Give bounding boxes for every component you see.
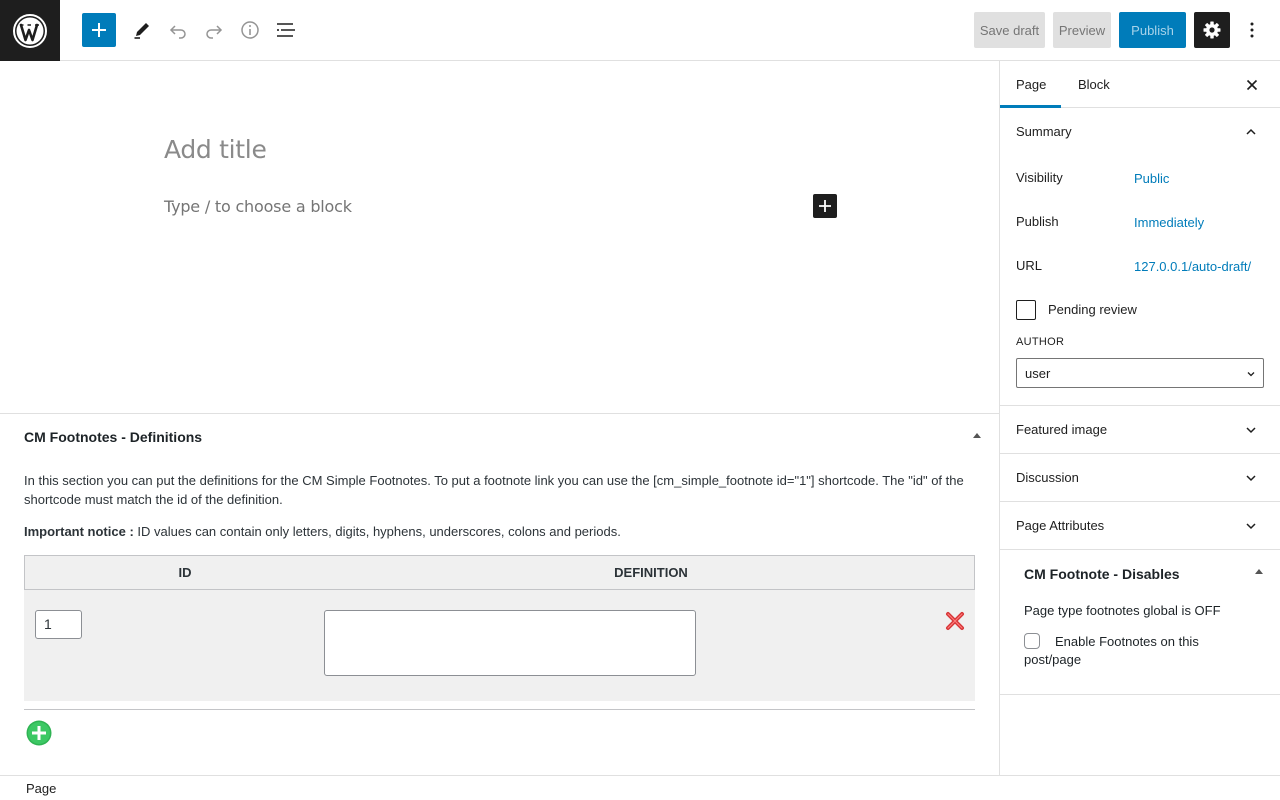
undo-button[interactable] [160, 12, 196, 48]
table-divider [24, 709, 975, 710]
panel-title-featured-image[interactable]: Featured image [1016, 422, 1107, 437]
chevron-down-icon[interactable] [1244, 519, 1258, 533]
plus-icon [92, 23, 106, 37]
collapse-toggle-icon[interactable] [1255, 569, 1263, 574]
add-circle-icon [26, 720, 52, 746]
footnotes-table: ID DEFINITION 1 [24, 555, 975, 701]
pencil-icon [134, 23, 149, 39]
default-block-appender[interactable]: Type / to choose a block [164, 197, 352, 216]
add-footnote-row-button[interactable] [26, 720, 52, 746]
wordpress-logo-icon[interactable] [0, 0, 60, 61]
summary-panel: Summary Visibility Public Publish Immedi… [1000, 108, 1280, 406]
post-title-input[interactable]: Add title [164, 135, 267, 164]
details-button[interactable] [232, 12, 268, 48]
tab-block[interactable]: Block [1078, 61, 1110, 108]
save-draft-button[interactable]: Save draft [974, 12, 1045, 48]
cm-footnote-disables-title[interactable]: CM Footnote - Disables [1024, 566, 1180, 582]
footnote-definition-textarea[interactable] [324, 610, 696, 676]
table-row: 1 [24, 590, 975, 701]
publish-label: Publish [1016, 214, 1059, 229]
editor-toolbar: Save draft Preview Publish [0, 0, 1280, 61]
delete-row-button[interactable] [944, 610, 966, 632]
editor-canvas: Add title Type / to choose a block [0, 61, 999, 413]
notice-text: ID values can contain only letters, digi… [133, 524, 621, 539]
author-select[interactable]: user [1016, 358, 1264, 388]
chevron-down-icon[interactable] [1244, 471, 1258, 485]
publish-button[interactable]: Publish [1119, 12, 1186, 48]
info-icon [241, 21, 259, 39]
discussion-panel[interactable]: Discussion [1000, 454, 1280, 502]
plus-icon [819, 200, 831, 212]
cm-footnotes-definitions-metabox: CM Footnotes - Definitions In this secti… [0, 413, 999, 775]
pending-review-checkbox[interactable] [1016, 300, 1036, 320]
options-menu-button[interactable] [1238, 12, 1266, 48]
pending-review-label: Pending review [1048, 302, 1137, 317]
author-selected-value: user [1025, 366, 1051, 381]
settings-button[interactable] [1194, 12, 1230, 48]
panel-title-summary[interactable]: Summary [1016, 124, 1072, 139]
page-attributes-panel[interactable]: Page Attributes [1000, 502, 1280, 550]
author-label: AUTHOR [1016, 336, 1065, 348]
collapse-toggle-icon[interactable] [973, 433, 981, 438]
tab-page[interactable]: Page [1016, 61, 1046, 108]
chevron-down-icon [1247, 372, 1255, 377]
chevron-up-icon[interactable] [1244, 125, 1258, 139]
gear-icon [1203, 21, 1221, 39]
redo-button[interactable] [196, 12, 232, 48]
delete-x-icon [946, 612, 964, 630]
publish-date-button[interactable]: Immediately [1134, 215, 1204, 230]
column-header-definition: DEFINITION [614, 565, 688, 580]
footnote-id-input[interactable]: 1 [35, 610, 82, 639]
enable-footnotes-checkbox[interactable] [1024, 633, 1040, 649]
important-notice: Important notice : ID values can contain… [24, 524, 621, 539]
panel-divider [1000, 694, 1280, 695]
settings-sidebar: Page Block Summary Visibility Public Pub… [999, 61, 1280, 775]
column-header-id: ID [178, 565, 192, 580]
list-view-button[interactable] [268, 12, 304, 48]
editor-footer: Page [0, 775, 1280, 800]
visibility-value-button[interactable]: Public [1134, 171, 1169, 186]
chevron-down-icon[interactable] [1244, 423, 1258, 437]
more-vertical-icon [1250, 22, 1254, 38]
visibility-label: Visibility [1016, 170, 1063, 185]
sidebar-tabs: Page Block [1000, 61, 1280, 108]
metabox-description: In this section you can put the definiti… [24, 473, 964, 507]
add-block-button[interactable] [813, 194, 837, 218]
footnotes-global-status: Page type footnotes global is OFF [1024, 603, 1221, 618]
close-icon [1246, 79, 1258, 91]
metabox-title[interactable]: CM Footnotes - Definitions [24, 429, 202, 445]
block-inserter-button[interactable] [82, 13, 116, 47]
preview-button[interactable]: Preview [1053, 12, 1111, 48]
enable-footnotes-label: Enable Footnotes on this post/page [1024, 634, 1199, 667]
notice-label: Important notice : [24, 524, 134, 539]
breadcrumb[interactable]: Page [26, 781, 56, 796]
undo-icon [169, 25, 186, 39]
panel-title-page-attributes[interactable]: Page Attributes [1016, 518, 1104, 533]
table-header: ID DEFINITION [24, 555, 975, 590]
url-value-button[interactable]: 127.0.0.1/auto-draft/ [1134, 259, 1251, 274]
url-label: URL [1016, 258, 1043, 273]
list-view-icon [277, 23, 295, 37]
close-sidebar-button[interactable] [1242, 75, 1262, 95]
redo-icon [206, 25, 223, 39]
featured-image-panel[interactable]: Featured image [1000, 406, 1280, 454]
panel-title-discussion[interactable]: Discussion [1016, 470, 1079, 485]
edit-tool-button[interactable] [124, 12, 160, 48]
